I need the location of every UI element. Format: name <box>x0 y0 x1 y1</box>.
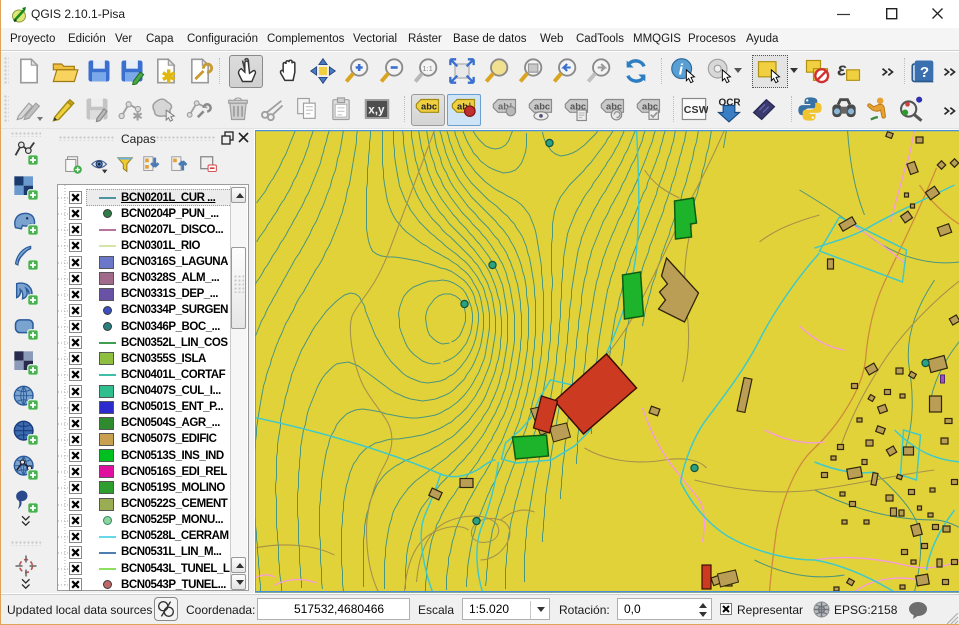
svg-text:✱: ✱ <box>132 109 143 123</box>
svg-text:x,y: x,y <box>368 104 385 117</box>
svg-text:CSW: CSW <box>684 104 708 116</box>
svg-text:✱: ✱ <box>161 67 176 85</box>
svg-text:abc: abc <box>534 101 550 111</box>
svg-text:abc: abc <box>421 101 437 111</box>
svg-text:ε: ε <box>837 59 847 80</box>
svg-text:1:1: 1:1 <box>422 64 433 73</box>
svg-text:?: ? <box>920 64 929 81</box>
